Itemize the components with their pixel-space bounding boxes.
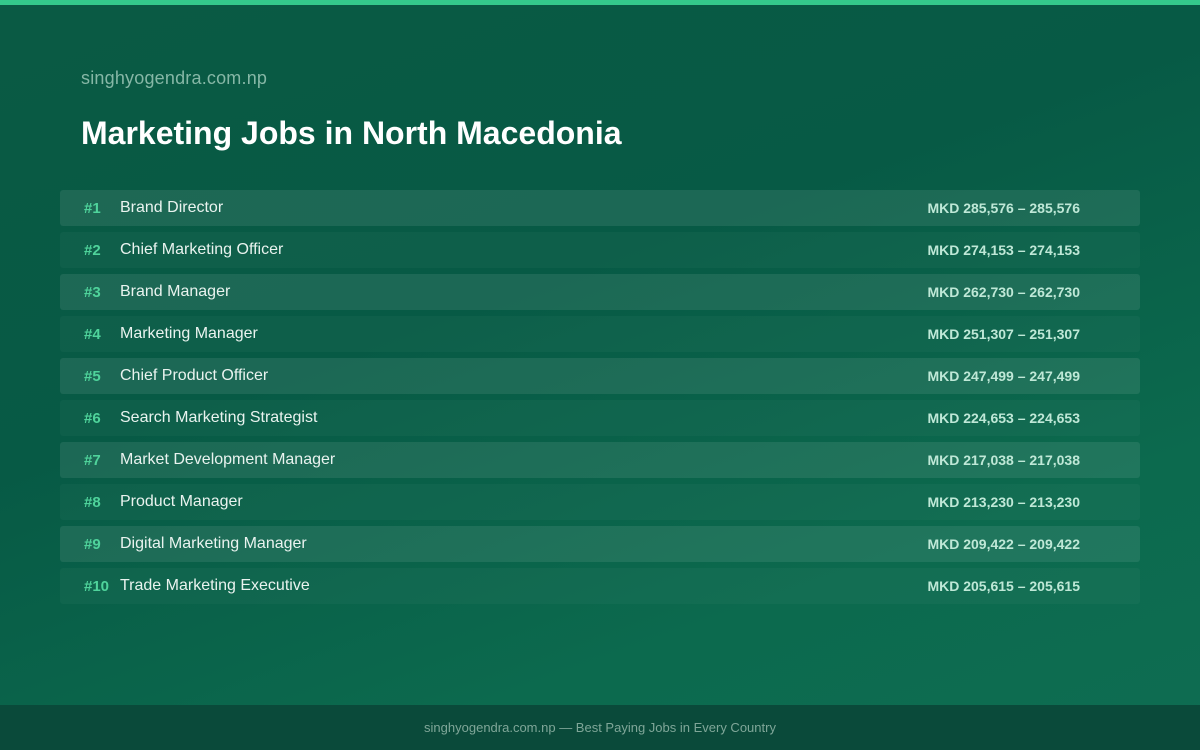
job-salary: MKD 251,307 – 251,307 [927,326,1080,342]
job-title: Trade Marketing Executive [120,577,310,594]
job-rank: #6 [84,409,101,427]
site-name: singhyogendra.com.np [81,68,268,88]
job-salary: MKD 213,230 – 213,230 [927,494,1080,510]
job-title: Chief Marketing Officer [120,241,284,258]
job-rank: #1 [84,199,101,217]
top-accent-bar [0,0,1200,5]
job-row: #10 Trade Marketing Executive MKD 205,61… [60,568,1140,604]
job-rank: #4 [84,325,101,343]
job-salary: MKD 224,653 – 224,653 [927,410,1080,426]
job-salary: MKD 209,422 – 209,422 [927,536,1080,552]
footer: singhyogendra.com.np — Best Paying Jobs … [0,705,1200,750]
job-title: Chief Product Officer [120,367,269,384]
job-salary: MKD 262,730 – 262,730 [927,284,1080,300]
job-salary: MKD 205,615 – 205,615 [927,578,1080,594]
job-title: Market Development Manager [120,451,336,468]
job-title: Brand Manager [120,283,231,300]
job-rank: #2 [84,241,101,259]
job-row: #7 Market Development Manager MKD 217,03… [60,442,1140,478]
job-rank: #9 [84,535,101,553]
job-rank: #5 [84,367,101,385]
job-title: Search Marketing Strategist [120,409,318,426]
job-salary: MKD 217,038 – 217,038 [927,452,1080,468]
job-row: #6 Search Marketing Strategist MKD 224,6… [60,400,1140,436]
job-title: Marketing Manager [120,325,258,342]
job-salary: MKD 274,153 – 274,153 [927,242,1080,258]
job-rank: #10 [84,577,110,595]
job-title: Product Manager [120,493,243,510]
job-title: Digital Marketing Manager [120,535,307,552]
job-row: #5 Chief Product Officer MKD 247,499 – 2… [60,358,1140,394]
footer-text: singhyogendra.com.np — Best Paying Jobs … [424,720,776,735]
job-row: #8 Product Manager MKD 213,230 – 213,230 [60,484,1140,520]
job-rank: #3 [84,283,101,301]
job-salary: MKD 247,499 – 247,499 [927,368,1080,384]
page-title: Marketing Jobs in North Macedonia [81,115,622,151]
job-row: #9 Digital Marketing Manager MKD 209,422… [60,526,1140,562]
job-row: #1 Brand Director MKD 285,576 – 285,576 [60,190,1140,226]
job-row: #2 Chief Marketing Officer MKD 274,153 –… [60,232,1140,268]
job-salary: MKD 285,576 – 285,576 [927,200,1080,216]
jobs-list: #1 Brand Director MKD 285,576 – 285,576 … [60,190,1140,610]
job-row: #3 Brand Manager MKD 262,730 – 262,730 [60,274,1140,310]
job-rank: #8 [84,493,101,511]
job-rank: #7 [84,451,101,469]
job-title: Brand Director [120,199,224,216]
job-row: #4 Marketing Manager MKD 251,307 – 251,3… [60,316,1140,352]
